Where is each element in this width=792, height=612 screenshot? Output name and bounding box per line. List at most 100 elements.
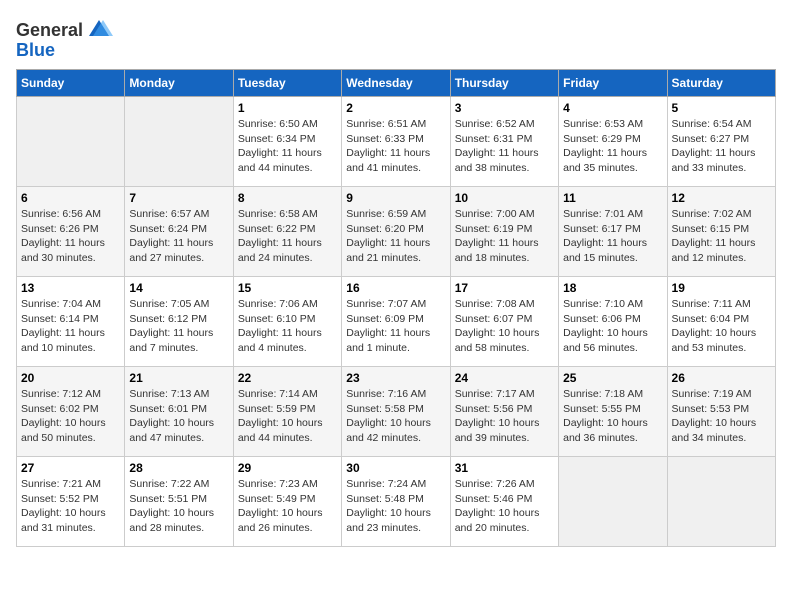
calendar-cell: 3Sunrise: 6:52 AMSunset: 6:31 PMDaylight… — [450, 97, 558, 187]
day-detail: Sunrise: 7:06 AMSunset: 6:10 PMDaylight:… — [238, 297, 337, 356]
day-detail: Sunrise: 7:08 AMSunset: 6:07 PMDaylight:… — [455, 297, 554, 356]
calendar-cell — [17, 97, 125, 187]
day-number: 19 — [672, 281, 771, 295]
calendar-header-wednesday: Wednesday — [342, 70, 450, 97]
day-number: 11 — [563, 191, 662, 205]
day-number: 13 — [21, 281, 120, 295]
calendar-cell — [667, 457, 775, 547]
calendar-cell: 2 Sunrise: 6:51 AMSunset: 6:33 PMDaylight… — [342, 97, 450, 187]
day-detail: Sunrise: 7:23 AMSunset: 5:49 PMDaylight:… — [238, 477, 337, 536]
day-detail: Sunrise: 6:52 AMSunset: 6:31 PMDaylight:… — [455, 117, 554, 176]
day-detail: Sunrise: 7:02 AMSunset: 6:15 PMDaylight:… — [672, 207, 771, 266]
day-detail: Sunrise: 7:26 AMSunset: 5:46 PMDaylight:… — [455, 477, 554, 536]
day-detail: Sunrise: 6:50 AMSunset: 6:34 PMDaylight:… — [238, 117, 337, 176]
page-header: General Blue — [16, 16, 776, 61]
day-detail: Sunrise: 7:04 AMSunset: 6:14 PMDaylight:… — [21, 297, 120, 356]
day-number: 15 — [238, 281, 337, 295]
day-number: 23 — [346, 371, 445, 385]
day-detail: Sunrise: 7:00 AMSunset: 6:19 PMDaylight:… — [455, 207, 554, 266]
calendar-cell: 9Sunrise: 6:59 AMSunset: 6:20 PMDaylight… — [342, 187, 450, 277]
day-number: 18 — [563, 281, 662, 295]
day-number: 1 — [238, 101, 337, 115]
calendar-cell: 27Sunrise: 7:21 AMSunset: 5:52 PMDayligh… — [17, 457, 125, 547]
day-detail: Sunrise: 6:58 AMSunset: 6:22 PMDaylight:… — [238, 207, 337, 266]
day-detail: Sunrise: 7:05 AMSunset: 6:12 PMDaylight:… — [129, 297, 228, 356]
calendar-cell: 11 Sunrise: 7:01 AMSunset: 6:17 PMDayligh… — [559, 187, 667, 277]
calendar-cell: 31 Sunrise: 7:26 AMSunset: 5:46 PMDayligh… — [450, 457, 558, 547]
logo: General Blue — [16, 16, 113, 61]
calendar-cell: 8Sunrise: 6:58 AMSunset: 6:22 PMDaylight… — [233, 187, 341, 277]
day-detail: Sunrise: 7:22 AMSunset: 5:51 PMDaylight:… — [129, 477, 228, 536]
calendar-week-row: 27Sunrise: 7:21 AMSunset: 5:52 PMDayligh… — [17, 457, 776, 547]
calendar-cell: 13 Sunrise: 7:04 AMSunset: 6:14 PMDayligh… — [17, 277, 125, 367]
day-detail: Sunrise: 7:07 AMSunset: 6:09 PMDaylight:… — [346, 297, 445, 356]
calendar-header-friday: Friday — [559, 70, 667, 97]
day-detail: Sunrise: 6:56 AMSunset: 6:26 PMDaylight:… — [21, 207, 120, 266]
calendar-header-tuesday: Tuesday — [233, 70, 341, 97]
day-number: 17 — [455, 281, 554, 295]
day-number: 16 — [346, 281, 445, 295]
calendar-cell: 29 Sunrise: 7:23 AMSunset: 5:49 PMDayligh… — [233, 457, 341, 547]
day-number: 20 — [21, 371, 120, 385]
calendar-cell: 23 Sunrise: 7:16 AMSunset: 5:58 PMDayligh… — [342, 367, 450, 457]
logo-blue: Blue — [16, 40, 55, 61]
day-number: 30 — [346, 461, 445, 475]
day-detail: Sunrise: 6:53 AMSunset: 6:29 PMDaylight:… — [563, 117, 662, 176]
calendar-cell: 17 Sunrise: 7:08 AMSunset: 6:07 PMDayligh… — [450, 277, 558, 367]
day-number: 24 — [455, 371, 554, 385]
calendar-cell: 26 Sunrise: 7:19 AMSunset: 5:53 PMDayligh… — [667, 367, 775, 457]
calendar-cell: 30 Sunrise: 7:24 AMSunset: 5:48 PMDayligh… — [342, 457, 450, 547]
calendar-cell: 28 Sunrise: 7:22 AMSunset: 5:51 PMDayligh… — [125, 457, 233, 547]
calendar-week-row: 20 Sunrise: 7:12 AMSunset: 6:02 PMDayligh… — [17, 367, 776, 457]
day-detail: Sunrise: 6:57 AMSunset: 6:24 PMDaylight:… — [129, 207, 228, 266]
logo-icon — [85, 16, 113, 44]
day-detail: Sunrise: 7:10 AMSunset: 6:06 PMDaylight:… — [563, 297, 662, 356]
day-number: 26 — [672, 371, 771, 385]
calendar-cell: 6Sunrise: 6:56 AMSunset: 6:26 PMDaylight… — [17, 187, 125, 277]
day-number: 25 — [563, 371, 662, 385]
calendar-week-row: 6Sunrise: 6:56 AMSunset: 6:26 PMDaylight… — [17, 187, 776, 277]
calendar-cell: 7 Sunrise: 6:57 AMSunset: 6:24 PMDaylight… — [125, 187, 233, 277]
calendar-cell: 25 Sunrise: 7:18 AMSunset: 5:55 PMDayligh… — [559, 367, 667, 457]
day-detail: Sunrise: 6:51 AMSunset: 6:33 PMDaylight:… — [346, 117, 445, 176]
day-detail: Sunrise: 7:14 AMSunset: 5:59 PMDaylight:… — [238, 387, 337, 446]
calendar-cell: 19 Sunrise: 7:11 AMSunset: 6:04 PMDayligh… — [667, 277, 775, 367]
day-detail: Sunrise: 6:54 AMSunset: 6:27 PMDaylight:… — [672, 117, 771, 176]
day-number: 29 — [238, 461, 337, 475]
day-number: 28 — [129, 461, 228, 475]
calendar-cell: 20 Sunrise: 7:12 AMSunset: 6:02 PMDayligh… — [17, 367, 125, 457]
day-detail: Sunrise: 7:24 AMSunset: 5:48 PMDaylight:… — [346, 477, 445, 536]
day-number: 31 — [455, 461, 554, 475]
day-detail: Sunrise: 7:11 AMSunset: 6:04 PMDaylight:… — [672, 297, 771, 356]
calendar-cell: 10Sunrise: 7:00 AMSunset: 6:19 PMDayligh… — [450, 187, 558, 277]
day-number: 7 — [129, 191, 228, 205]
day-number: 21 — [129, 371, 228, 385]
calendar-week-row: 13 Sunrise: 7:04 AMSunset: 6:14 PMDayligh… — [17, 277, 776, 367]
day-number: 4 — [563, 101, 662, 115]
calendar-header-saturday: Saturday — [667, 70, 775, 97]
calendar-cell: 22 Sunrise: 7:14 AMSunset: 5:59 PMDayligh… — [233, 367, 341, 457]
calendar-cell — [559, 457, 667, 547]
calendar-week-row: 1 Sunrise: 6:50 AMSunset: 6:34 PMDaylight… — [17, 97, 776, 187]
day-number: 22 — [238, 371, 337, 385]
calendar-table: SundayMondayTuesdayWednesdayThursdayFrid… — [16, 69, 776, 547]
day-detail: Sunrise: 7:13 AMSunset: 6:01 PMDaylight:… — [129, 387, 228, 446]
calendar-cell: 1 Sunrise: 6:50 AMSunset: 6:34 PMDaylight… — [233, 97, 341, 187]
day-number: 27 — [21, 461, 120, 475]
day-detail: Sunrise: 7:18 AMSunset: 5:55 PMDaylight:… — [563, 387, 662, 446]
calendar-cell: 16 Sunrise: 7:07 AMSunset: 6:09 PMDayligh… — [342, 277, 450, 367]
calendar-cell: 4 Sunrise: 6:53 AMSunset: 6:29 PMDaylight… — [559, 97, 667, 187]
day-number: 2 — [346, 101, 445, 115]
day-detail: Sunrise: 7:01 AMSunset: 6:17 PMDaylight:… — [563, 207, 662, 266]
calendar-cell: 18 Sunrise: 7:10 AMSunset: 6:06 PMDayligh… — [559, 277, 667, 367]
day-detail: Sunrise: 7:16 AMSunset: 5:58 PMDaylight:… — [346, 387, 445, 446]
calendar-cell — [125, 97, 233, 187]
calendar-header-monday: Monday — [125, 70, 233, 97]
day-number: 5 — [672, 101, 771, 115]
day-detail: Sunrise: 7:19 AMSunset: 5:53 PMDaylight:… — [672, 387, 771, 446]
day-detail: Sunrise: 7:12 AMSunset: 6:02 PMDaylight:… — [21, 387, 120, 446]
day-number: 9 — [346, 191, 445, 205]
logo-general: General — [16, 20, 83, 41]
calendar-cell: 14 Sunrise: 7:05 AMSunset: 6:12 PMDayligh… — [125, 277, 233, 367]
day-number: 14 — [129, 281, 228, 295]
